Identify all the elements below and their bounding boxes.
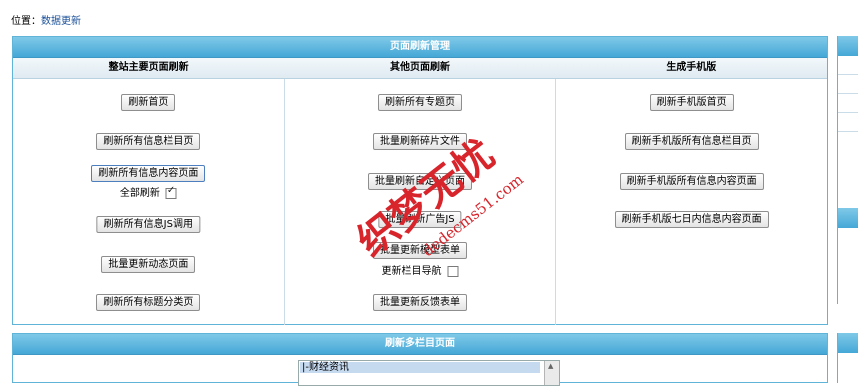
right-panel-3-header: [838, 333, 858, 353]
refresh-specials-button[interactable]: 刷新所有专题页: [378, 94, 462, 111]
category-option[interactable]: |-财经资讯: [300, 362, 540, 373]
refresh-mobile-category-button[interactable]: 刷新手机版所有信息栏目页: [624, 133, 759, 150]
refresh-mobile-content-button[interactable]: 刷新手机版所有信息内容页面: [619, 173, 764, 190]
refresh-ad-js-button[interactable]: 批量刷新广告JS: [378, 211, 462, 228]
refresh-fragments-button[interactable]: 批量刷新碎片文件: [373, 133, 467, 150]
right-panel-edge-2: [837, 208, 858, 304]
select-scrollbar[interactable]: [544, 361, 559, 385]
refresh-all-js-button[interactable]: 刷新所有信息JS调用: [96, 216, 200, 233]
refresh-custom-pages-button[interactable]: 批量刷新自定义页面: [368, 173, 472, 190]
column-heading-site: 整站主要页面刷新: [108, 62, 189, 73]
refresh-mobile-home-button[interactable]: 刷新手机版首页: [649, 94, 734, 111]
multi-category-title: 刷新多栏目页面: [13, 334, 827, 355]
column-mobile: 刷新手机版首页 刷新手机版所有信息栏目页 刷新手机版所有信息内容页面 刷新手机版…: [556, 79, 827, 325]
right-panel-2-header: [838, 208, 858, 228]
category-select-list[interactable]: |-财经资讯: [298, 360, 560, 386]
breadcrumb-current[interactable]: 数据更新: [41, 16, 81, 27]
refresh-all-checkbox[interactable]: [165, 185, 177, 199]
update-nav-label: 更新栏目导航: [381, 266, 442, 277]
multi-category-panel: 刷新多栏目页面 |-财经资讯: [12, 333, 828, 386]
refresh-all-content-button[interactable]: 刷新所有信息内容页面: [91, 165, 206, 182]
refresh-all-category-button[interactable]: 刷新所有信息栏目页: [96, 133, 201, 150]
breadcrumb-label: 位置：: [11, 16, 41, 27]
right-panel-header: [838, 36, 858, 56]
right-panel-edge-3: [837, 333, 858, 383]
refresh-home-button[interactable]: 刷新首页: [121, 94, 176, 111]
refresh-title-category-button[interactable]: 刷新所有标题分类页: [96, 294, 201, 311]
refresh-mobile-week-content-button[interactable]: 刷新手机版七日内信息内容页面: [614, 211, 769, 228]
refresh-all-option: 全部刷新: [120, 184, 177, 199]
column-site: 刷新首页 刷新所有信息栏目页 刷新所有信息内容页面 全部刷新 刷新所有信息JS调…: [13, 79, 285, 325]
update-feedback-forms-button[interactable]: 批量更新反馈表单: [373, 294, 467, 311]
column-other: 刷新所有专题页 批量刷新碎片文件 批量刷新自定义页面 批量刷新广告JS 批量更新…: [285, 79, 557, 325]
refresh-all-label: 全部刷新: [119, 188, 160, 199]
column-headers: 整站主要页面刷新 其他页面刷新 生成手机版: [13, 58, 827, 79]
update-dynamic-pages-button[interactable]: 批量更新动态页面: [101, 256, 196, 273]
column-heading-mobile: 生成手机版: [666, 62, 717, 73]
update-nav-option: 更新栏目导航: [382, 262, 459, 277]
update-model-forms-button[interactable]: 批量更新模型表单: [373, 242, 467, 259]
page-refresh-panel: 页面刷新管理 整站主要页面刷新 其他页面刷新 生成手机版 刷新首页 刷新所有信息…: [12, 36, 828, 325]
panel-title: 页面刷新管理: [13, 37, 827, 58]
column-heading-other: 其他页面刷新: [389, 62, 450, 73]
breadcrumb: 位置：数据更新: [11, 12, 81, 27]
update-nav-checkbox[interactable]: [447, 265, 459, 277]
